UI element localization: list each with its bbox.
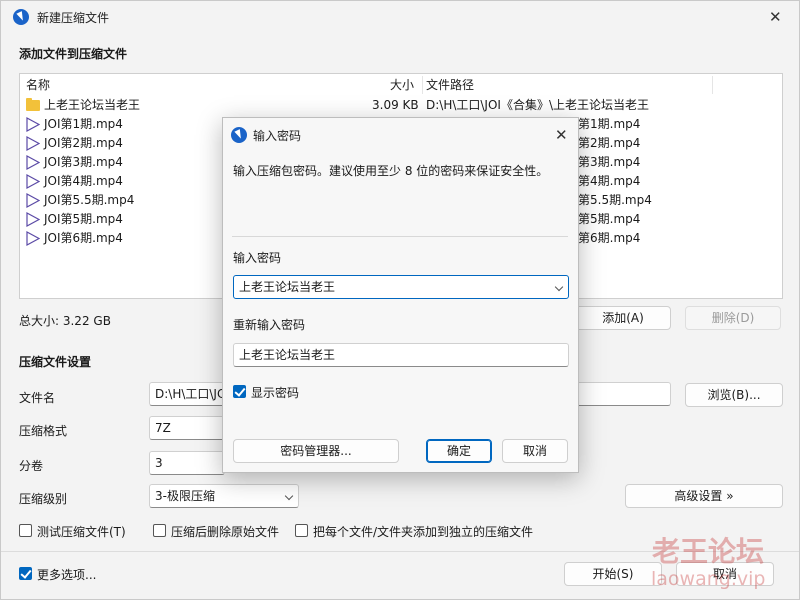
file-path: 第2期.mp4 xyxy=(578,136,641,150)
add-button[interactable]: 添加(A) xyxy=(575,306,671,330)
file-name: JOI第5.5期.mp4 xyxy=(44,193,135,207)
file-name: JOI第5期.mp4 xyxy=(44,212,123,226)
file-name: JOI第1期.mp4 xyxy=(44,117,123,131)
column-header-path[interactable]: 文件路径 xyxy=(426,74,474,96)
add-files-heading: 添加文件到压缩文件 xyxy=(19,47,128,61)
level-label: 压缩级别 xyxy=(19,492,68,506)
watermark-logo: 老王论坛 xyxy=(652,535,765,568)
close-icon[interactable]: ✕ xyxy=(769,9,782,25)
dialog-divider xyxy=(232,236,568,237)
separate-archives-checkbox[interactable] xyxy=(295,524,308,537)
window-title: 新建压缩文件 xyxy=(37,11,110,25)
password-label: 输入密码 xyxy=(233,251,282,265)
level-select-value: 3-极限压缩 xyxy=(155,489,215,503)
advanced-settings-button[interactable]: 高级设置 » xyxy=(625,484,783,508)
title-bar: 新建压缩文件 ✕ xyxy=(1,1,799,33)
app-logo-icon xyxy=(231,127,247,143)
file-name: JOI第3期.mp4 xyxy=(44,155,123,169)
video-file-icon xyxy=(26,231,40,246)
volume-label: 分卷 xyxy=(19,459,44,473)
show-password-checkbox[interactable] xyxy=(233,385,246,398)
show-password-label[interactable]: 显示密码 xyxy=(251,384,299,401)
dialog-cancel-button[interactable]: 取消 xyxy=(502,439,568,463)
more-options-checkbox[interactable] xyxy=(19,567,32,580)
file-path: 第3期.mp4 xyxy=(578,155,641,169)
file-name: 上老王论坛当老王 xyxy=(44,98,141,112)
watermark-url: laowang.vip xyxy=(651,568,766,590)
file-path: D:\H\工口\JOI《合集》\上老王论坛当老王 xyxy=(426,98,650,112)
video-file-icon xyxy=(26,117,40,132)
file-name: JOI第4期.mp4 xyxy=(44,174,123,188)
column-divider[interactable] xyxy=(712,76,713,94)
reenter-password-label: 重新输入密码 xyxy=(233,318,306,332)
password-hint: 输入压缩包密码。建议使用至少 8 位的密码来保证安全性。 xyxy=(233,164,549,178)
video-file-icon xyxy=(26,212,40,227)
video-file-icon xyxy=(26,174,40,189)
password-dialog: 输入密码 ✕ 输入压缩包密码。建议使用至少 8 位的密码来保证安全性。 输入密码… xyxy=(222,117,579,473)
video-file-icon xyxy=(26,136,40,151)
file-path: 第1期.mp4 xyxy=(578,117,641,131)
file-size: 3.09 KB xyxy=(372,98,419,112)
reenter-password-input[interactable]: 上老王论坛当老王 xyxy=(233,343,569,367)
ok-button[interactable]: 确定 xyxy=(426,439,492,463)
delete-after-checkbox[interactable] xyxy=(153,524,166,537)
chevron-down-icon[interactable] xyxy=(554,282,564,292)
video-file-icon xyxy=(26,193,40,208)
settings-heading: 压缩文件设置 xyxy=(19,355,92,369)
total-size: 总大小: 3.22 GB xyxy=(19,314,111,328)
file-path: 第4期.mp4 xyxy=(578,174,641,188)
volume-input[interactable]: 3 xyxy=(149,451,225,475)
file-path: 第5.5期.mp4 xyxy=(578,193,652,207)
column-header-name[interactable]: 名称 xyxy=(26,74,50,96)
dialog-title: 输入密码 xyxy=(253,129,302,143)
test-archive-checkbox[interactable] xyxy=(19,524,32,537)
file-path: 第5期.mp4 xyxy=(578,212,641,226)
delete-after-label[interactable]: 压缩后删除原始文件 xyxy=(171,523,279,540)
password-manager-button[interactable]: 密码管理器... xyxy=(233,439,399,463)
password-input[interactable]: 上老王论坛当老王 xyxy=(233,275,569,299)
video-file-icon xyxy=(26,155,40,170)
file-name: JOI第2期.mp4 xyxy=(44,136,123,150)
browse-button[interactable]: 浏览(B)... xyxy=(685,383,783,407)
list-item[interactable]: 上老王论坛当老王 3.09 KB D:\H\工口\JOI《合集》\上老王论坛当老… xyxy=(20,96,782,115)
delete-button[interactable]: 删除(D) xyxy=(685,306,781,330)
format-label: 压缩格式 xyxy=(19,424,68,438)
column-divider[interactable] xyxy=(422,76,423,94)
chevron-down-icon xyxy=(284,491,294,501)
more-options-label[interactable]: 更多选项... xyxy=(37,566,96,583)
test-archive-label[interactable]: 测试压缩文件(T) xyxy=(37,523,126,540)
filename-label: 文件名 xyxy=(19,391,56,405)
start-button[interactable]: 开始(S) xyxy=(564,562,662,586)
level-select[interactable]: 3-极限压缩 xyxy=(149,484,299,508)
close-icon[interactable]: ✕ xyxy=(555,127,568,143)
file-name: JOI第6期.mp4 xyxy=(44,231,123,245)
folder-icon xyxy=(26,98,40,111)
format-select[interactable]: 7Z xyxy=(149,416,225,440)
file-path: 第6期.mp4 xyxy=(578,231,641,245)
password-input-value: 上老王论坛当老王 xyxy=(239,280,336,294)
app-logo-icon xyxy=(13,9,29,25)
separate-archives-label[interactable]: 把每个文件/文件夹添加到独立的压缩文件 xyxy=(313,523,533,540)
column-header-size[interactable]: 大小 xyxy=(390,74,414,96)
